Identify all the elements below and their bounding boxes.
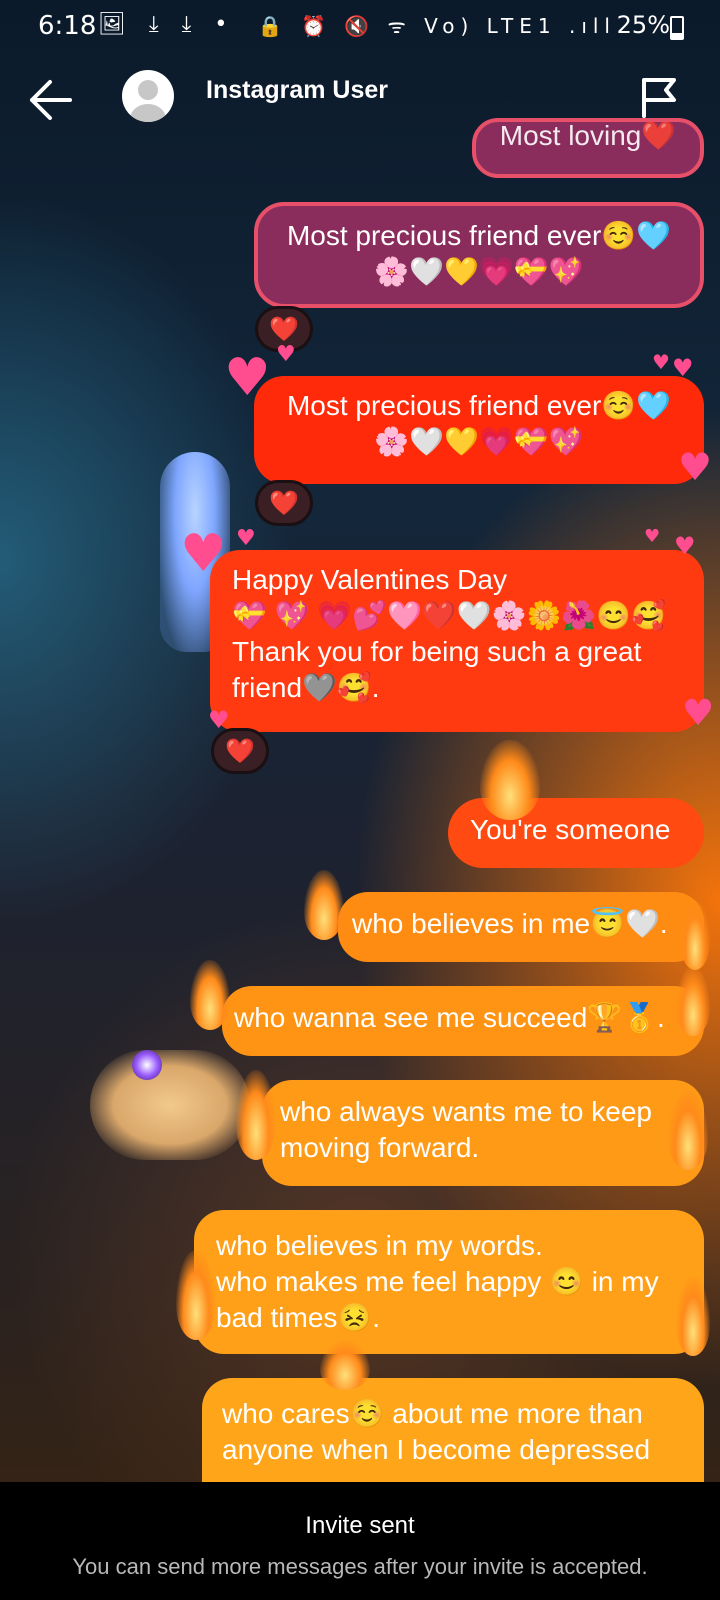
message-text: 🌸🤍💛💗💝💖 — [374, 256, 584, 287]
heart-effect-icon: ♥ — [276, 342, 296, 367]
message-text: who believes in my words. — [216, 1230, 543, 1261]
avatar[interactable] — [122, 70, 174, 122]
heart-effect-icon: ♥ — [236, 526, 256, 551]
message-text: Most precious friend ever☺️🩵 — [286, 390, 672, 421]
heart-effect-icon: ♥ — [224, 348, 271, 408]
flame-effect-icon — [480, 740, 540, 820]
invite-status-title: Invite sent — [305, 1512, 415, 1539]
message-bubble[interactable]: Most precious friend ever☺️🩵 🌸🤍💛💗💝💖 — [254, 376, 704, 484]
message-text: friend🩶🥰. — [232, 672, 380, 703]
message-bubble[interactable]: Happy Valentines Day 💝 💖 💗💕🩷❤️🤍🌸🌼🌺😊🥰 Tha… — [210, 550, 704, 732]
status-bar: 6:18 🖼 ⤓ ⤓ • 🔒 ⏰ 🔇 ᯤ Vo) LTE1 .ıll 25% — [0, 0, 720, 52]
heart-effect-icon: ♥ — [674, 532, 696, 560]
message-text: Most loving❤️ — [499, 120, 677, 151]
status-time: 6:18 — [38, 11, 97, 41]
message-text: 🌸🤍💛💗💝💖 — [374, 426, 584, 457]
message-text: moving forward. — [280, 1132, 480, 1163]
heart-effect-icon: ♥ — [672, 354, 694, 382]
message-bubble[interactable]: who believes in my words. who makes me f… — [194, 1210, 704, 1354]
contact-name[interactable]: Instagram User — [206, 76, 388, 105]
battery-icon — [670, 16, 684, 40]
notification-icons: 🖼 ⤓ ⤓ • — [98, 12, 236, 37]
heart-effect-icon: ♥ — [652, 350, 670, 374]
message-text: who cares☺️ about me more than — [222, 1398, 643, 1429]
message-text: 💝 💖 💗💕🩷❤️🤍🌸🌼🌺😊🥰 — [232, 600, 666, 631]
message-text: who wanna see me succeed🏆🥇. — [234, 1002, 665, 1033]
message-text: Thank you for being such a great — [232, 636, 642, 667]
message-bubble[interactable]: who always wants me to keep moving forwa… — [262, 1080, 704, 1186]
message-text: bad times😣. — [216, 1302, 381, 1333]
back-arrow-icon[interactable] — [28, 78, 74, 122]
message-bubble[interactable]: who cares☺️ about me more than anyone wh… — [202, 1378, 704, 1498]
invite-status-subtitle: You can send more messages after your in… — [72, 1554, 648, 1579]
flame-effect-icon — [676, 966, 710, 1036]
heart-effect-icon: ♥ — [208, 706, 230, 734]
message-bubble[interactable]: who believes in me😇🤍. — [338, 892, 704, 962]
flame-effect-icon — [304, 870, 344, 940]
message-text: who believes in me😇🤍. — [352, 908, 668, 939]
heart-effect-icon: ♥ — [678, 445, 713, 489]
message-bubble[interactable]: who wanna see me succeed🏆🥇. — [222, 986, 704, 1056]
cloud-character-sticker — [90, 1050, 250, 1160]
message-bubble[interactable]: Most loving❤️ — [472, 118, 704, 178]
flame-effect-icon — [190, 960, 230, 1030]
message-text: who always wants me to keep — [280, 1096, 652, 1127]
invite-footer: Invite sent You can send more messages a… — [0, 1482, 720, 1600]
flame-effect-icon — [680, 900, 710, 970]
heart-reaction[interactable]: ❤️ — [211, 728, 269, 774]
heart-effect-icon: ♥ — [180, 524, 227, 584]
flame-effect-icon — [236, 1070, 276, 1160]
orb-sticker — [132, 1050, 162, 1080]
flame-effect-icon — [676, 1276, 710, 1356]
battery-percentage: 25% — [616, 11, 670, 39]
heart-effect-icon: ♥ — [644, 526, 661, 547]
message-text: who makes me feel happy 😊 in my — [216, 1266, 659, 1297]
message-text: Happy Valentines Day — [232, 564, 507, 595]
message-text: Most precious friend ever☺️🩵 — [286, 220, 672, 251]
system-status-icons: 🔒 ⏰ 🔇 ᯤ Vo) LTE1 .ıll — [257, 14, 616, 38]
heart-effect-icon: ♥ — [682, 693, 715, 734]
heart-reaction[interactable]: ❤️ — [255, 480, 313, 526]
message-bubble[interactable]: Most precious friend ever☺️🩵 🌸🤍💛💗💝💖 — [254, 202, 704, 308]
flag-icon[interactable] — [640, 76, 680, 118]
message-text: anyone when I become depressed — [222, 1434, 651, 1465]
